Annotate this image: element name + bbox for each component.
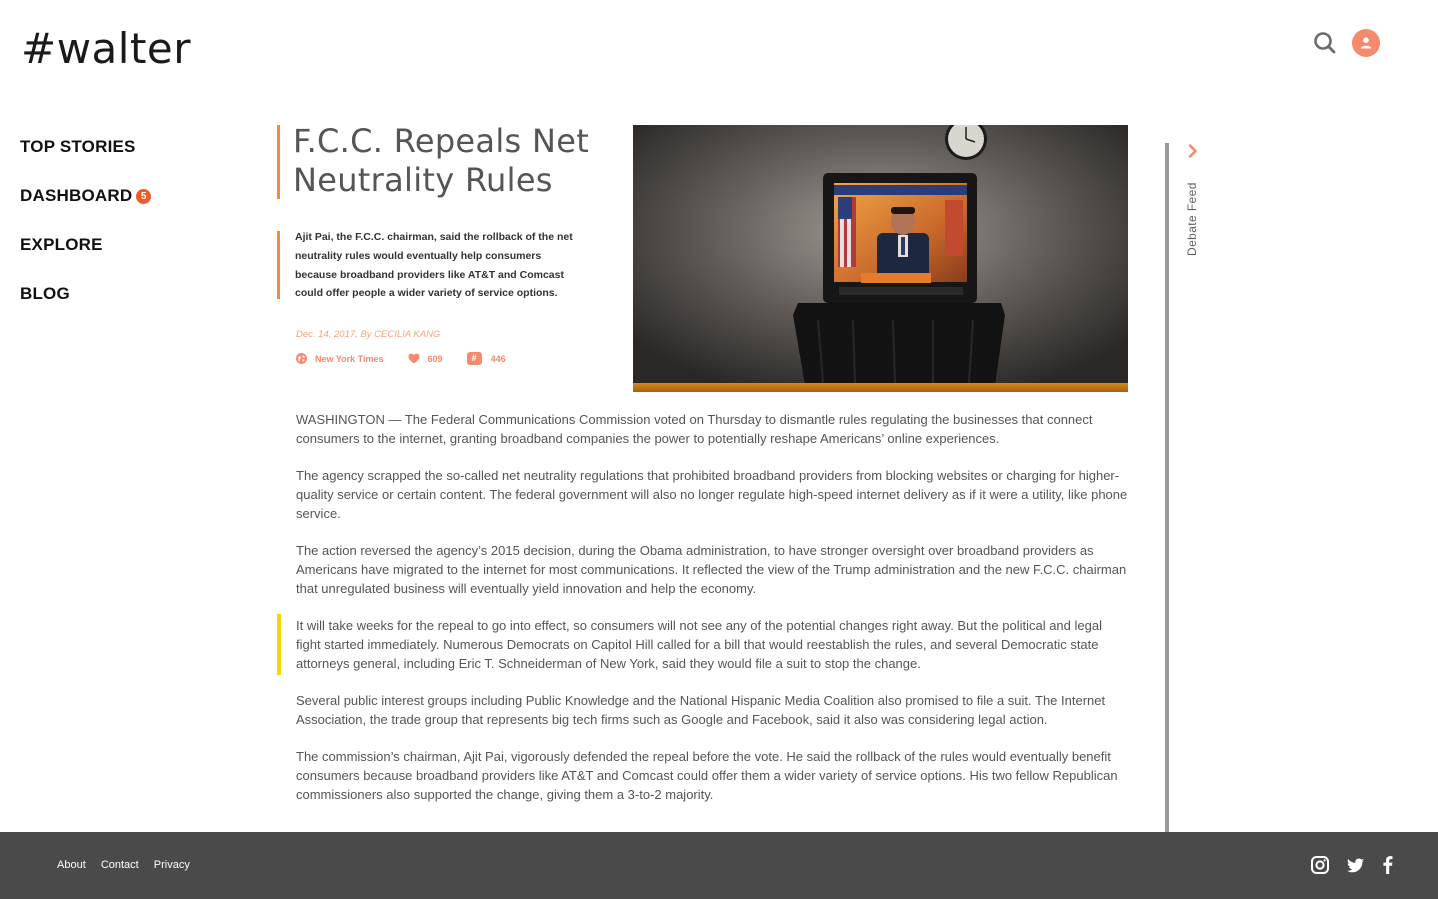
nav-label: DASHBOARD: [20, 186, 133, 205]
footer-link-privacy[interactable]: Privacy: [154, 859, 190, 871]
globe-icon: [296, 353, 307, 364]
footer-link-about[interactable]: About: [57, 859, 86, 871]
hashtag-button[interactable]: # 446: [466, 352, 506, 365]
summary-accent-bar: [277, 231, 280, 299]
source-link[interactable]: New York Times: [296, 353, 384, 364]
like-count: 609: [427, 353, 443, 364]
article-paragraph: Several public interest groups including…: [296, 693, 1106, 727]
article-title: F.C.C. Repeals Net Neutrality Rules: [293, 122, 590, 199]
facebook-icon[interactable]: [1377, 854, 1399, 876]
source-name: New York Times: [315, 353, 384, 364]
heart-icon: [408, 353, 420, 364]
like-button[interactable]: 609: [408, 353, 443, 364]
notification-badge: 5: [136, 189, 152, 204]
title-accent-bar: [277, 125, 280, 199]
article-paragraph: The commission’s chairman, Ajit Pai, vig…: [296, 749, 1118, 802]
twitter-icon[interactable]: [1344, 854, 1366, 876]
article-meta: New York Times 609 # 446: [296, 352, 530, 365]
instagram-icon[interactable]: [1309, 854, 1331, 876]
article-paragraph: WASHINGTON — The Federal Communications …: [296, 412, 1093, 446]
search-icon[interactable]: [1312, 30, 1338, 56]
article-body: WASHINGTON — The Federal Communications …: [296, 410, 1130, 822]
debate-feed-rail: [1165, 143, 1169, 832]
article-paragraph: The action reversed the agency’s 2015 de…: [296, 543, 1127, 596]
nav-explore[interactable]: EXPLORE: [20, 234, 151, 256]
article-paragraph-highlighted[interactable]: It will take weeks for the repeal to go …: [296, 616, 1130, 673]
article-hero-image: [633, 125, 1128, 392]
footer: About Contact Privacy: [0, 832, 1438, 899]
main-nav: TOP STORIES DASHBOARD 5 EXPLORE BLOG: [20, 136, 152, 332]
user-icon: [1360, 37, 1372, 49]
chevron-right-icon[interactable]: [1185, 143, 1201, 159]
article-summary: Ajit Pai, the F.C.C. chairman, said the …: [295, 231, 573, 300]
footer-links: About Contact Privacy: [57, 859, 202, 871]
hashtag-icon: #: [466, 352, 482, 365]
nav-dashboard[interactable]: DASHBOARD 5: [20, 185, 152, 207]
article-date-byline: Dec. 14, 2017, By CECILIA KANG: [296, 329, 441, 340]
highlight-marker: [277, 614, 281, 675]
hashtag-count: 446: [490, 353, 506, 364]
nav-label: EXPLORE: [20, 235, 103, 254]
nav-top-stories[interactable]: TOP STORIES: [20, 136, 151, 158]
nav-label: BLOG: [20, 284, 70, 303]
logo[interactable]: #walter: [21, 24, 191, 73]
footer-link-contact[interactable]: Contact: [101, 859, 139, 871]
article-paragraph: The agency scrapped the so-called net ne…: [296, 468, 1128, 521]
nav-blog[interactable]: BLOG: [20, 283, 151, 305]
nav-label: TOP STORIES: [20, 137, 136, 156]
debate-feed-label[interactable]: Debate Feed: [1185, 182, 1199, 256]
user-avatar-button[interactable]: [1352, 29, 1380, 57]
